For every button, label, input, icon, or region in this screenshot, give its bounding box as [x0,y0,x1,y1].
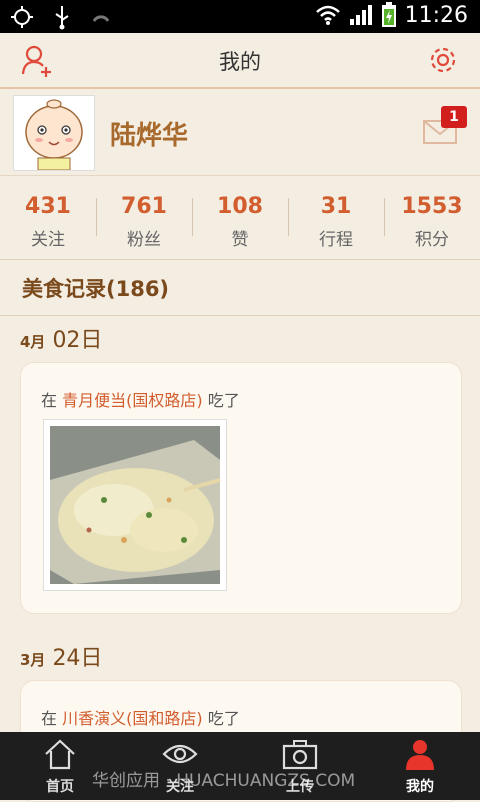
stat-followers[interactable]: 761 粉丝 [96,176,192,259]
title-bar: 我的 [0,33,480,89]
gps-icon [11,6,33,28]
food-records-header[interactable]: 美食记录(186) [0,260,480,316]
settings-button[interactable] [426,43,460,77]
stat-label: 赞 [231,230,249,250]
entry-month: 4月 [20,333,46,351]
restaurant-link[interactable]: 青月便当(国权路店) [62,391,203,410]
usb-icon [55,6,69,30]
stat-value: 31 [320,194,352,219]
tab-mine[interactable]: 我的 [360,732,480,800]
record-line: 在 川香演义(国和路店) 吃了 [41,705,240,729]
restaurant-link[interactable]: 川香演义(国和路店) [62,709,203,728]
record-suffix: 吃了 [207,391,240,410]
entry-month: 3月 [20,651,46,669]
stat-label: 粉丝 [127,230,161,250]
entry-date: 4月 02日 [20,322,102,354]
wifi-icon [315,5,340,25]
person-icon [406,740,434,770]
stat-value: 1553 [401,194,463,219]
entry-day: 02日 [52,328,103,353]
tab-label: 我的 [406,779,434,795]
signal-icon [349,5,372,25]
entry-date: 3月 24日 [20,640,102,672]
records-title: 美食记录(186) [22,277,170,301]
sync-icon [92,15,110,22]
status-time: 11:26 [404,2,468,28]
stat-value: 108 [217,194,263,219]
stat-value: 761 [121,194,167,219]
stat-likes[interactable]: 108 赞 [192,176,288,259]
status-bar: 11:26 [0,0,480,33]
home-icon [45,739,75,770]
gear-icon [430,47,456,73]
profile-header: 陆烨华 [0,89,480,176]
cartoon-baby-icon [25,99,83,171]
stats-row: 431 关注 761 粉丝 108 赞 31 行程 1553 积分 [0,176,480,260]
food-record-card[interactable]: 在 青月便当(国权路店) 吃了 [20,362,462,614]
avatar[interactable] [13,95,95,171]
battery-icon [381,2,396,27]
stat-label: 行程 [319,230,353,250]
record-line: 在 青月便当(国权路店) 吃了 [41,387,240,411]
food-photo[interactable] [43,419,227,591]
page-title: 我的 [219,50,261,74]
username: 陆烨华 [110,121,189,151]
stat-following[interactable]: 431 关注 [0,176,96,259]
fried-rice-image [50,426,221,584]
record-prefix: 在 [41,391,58,410]
stat-points[interactable]: 1553 积分 [384,176,480,259]
stat-trips[interactable]: 31 行程 [288,176,384,259]
stat-label: 积分 [415,230,449,250]
record-suffix: 吃了 [207,709,240,728]
stat-label: 关注 [31,230,65,250]
watermark-text: 华创应用 · HUACHUANGZS.COM [92,771,356,791]
record-prefix: 在 [41,709,58,728]
entry-day: 24日 [52,646,103,671]
stat-value: 431 [25,194,71,219]
unread-badge: 1 [441,106,467,128]
